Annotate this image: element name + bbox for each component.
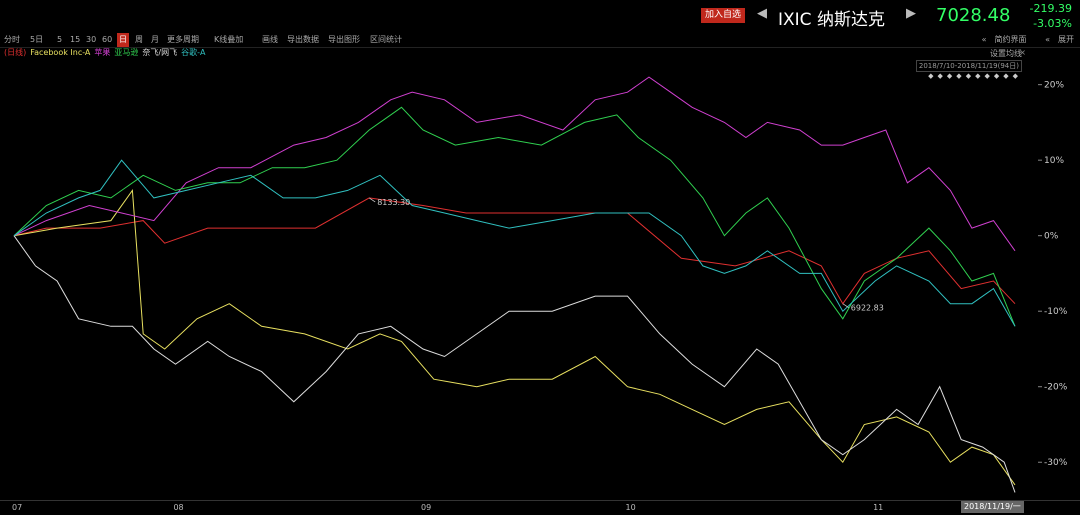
series-line-index: [13, 197, 1016, 305]
y-tick-label: 0%: [1044, 232, 1059, 242]
series-line-apple: [13, 76, 1016, 252]
y-tick-label: -10%: [1044, 307, 1068, 317]
annotation-label: 8133.30: [377, 198, 410, 207]
annotation-pointer: [842, 303, 850, 308]
series-line-nflx: [13, 235, 1016, 493]
cursor-date-label: 2018/11/19/一: [961, 501, 1024, 513]
y-tick-label: 20%: [1044, 81, 1064, 91]
comparison-line-chart[interactable]: 20%10%0%-10%-20%-30% 07 08 09 10 11 8133.306…: [0, 0, 1080, 514]
series-line-amzn: [13, 106, 1016, 327]
series-line-fb: [13, 188, 1016, 486]
y-tick-label: -30%: [1044, 458, 1068, 468]
y-tick-label: 10%: [1044, 156, 1064, 166]
y-tick-label: -20%: [1044, 383, 1068, 393]
annotation-label: 6922.83: [851, 304, 884, 313]
date-axis: [0, 500, 1080, 515]
